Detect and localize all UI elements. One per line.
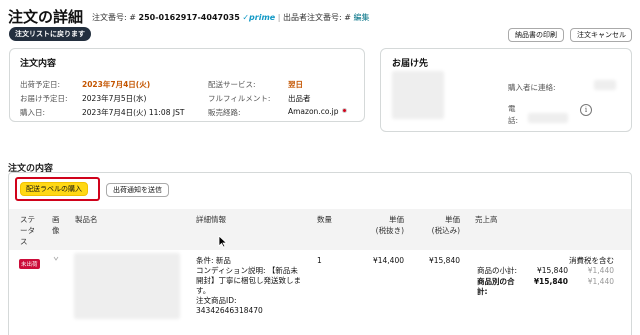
th-unit-price-incl: 単価 (税込み) bbox=[426, 214, 460, 236]
th-unit-excl-line-1: 単価 bbox=[389, 215, 404, 224]
ship-to-address-redacted bbox=[392, 71, 444, 119]
purchase-date-value: 2023年7月4日(火) 11:08 JST bbox=[82, 108, 185, 117]
row-quantity: 1 bbox=[317, 256, 322, 265]
japan-flag-icon bbox=[342, 108, 347, 113]
th-unit-price-excl: 単価 (税抜き) bbox=[370, 214, 404, 236]
cancel-order-button[interactable]: 注文キャンセル bbox=[570, 28, 632, 42]
th-unit-incl-line-2: (税込み) bbox=[431, 226, 460, 235]
sales-channel-label: 販売経路: bbox=[208, 108, 241, 117]
order-summary-title: 注文内容 bbox=[20, 59, 57, 69]
th-status-line-2: ータ bbox=[20, 226, 35, 235]
th-proceeds: 売上高 bbox=[475, 215, 498, 224]
purchase-date-label: 購入日: bbox=[20, 108, 46, 117]
unshipped-status-badge: 未出荷 bbox=[19, 259, 40, 269]
item-total-value: ¥15,840 bbox=[533, 277, 568, 286]
details-order-item-id-value: 34342646318470 bbox=[196, 306, 263, 315]
image-placeholder-icon bbox=[53, 256, 59, 261]
ship-by-value: 2023年7月4日(火) bbox=[82, 80, 151, 89]
deliver-by-label: お届け予定日: bbox=[20, 94, 68, 103]
details-order-item-id-label: 注文商品ID: bbox=[196, 296, 237, 305]
shipping-service-label: 配送サービス: bbox=[208, 80, 256, 89]
th-product: 製品名 bbox=[75, 215, 98, 224]
contact-buyer-label: 購入者に連絡: bbox=[508, 83, 556, 92]
shipping-service-value: 翌日 bbox=[288, 80, 303, 89]
prime-badge: ✓prime bbox=[242, 13, 276, 22]
sales-channel-value: Amazon.co.jp bbox=[288, 107, 339, 116]
row-price-excl: ¥14,400 bbox=[372, 256, 404, 265]
item-total-label-line-2: 計: bbox=[477, 287, 488, 296]
row-price-incl: ¥15,840 bbox=[428, 256, 460, 265]
tax-included-note: 消費税を含む bbox=[569, 256, 614, 265]
back-to-orders-button[interactable]: 注文リストに戻ります bbox=[9, 27, 91, 41]
th-image-line-2: 像 bbox=[52, 226, 60, 235]
subtotal-tax: ¥1,440 bbox=[587, 266, 614, 275]
fulfillment-label: フルフィルメント: bbox=[208, 94, 271, 103]
phone-label-1: 電 bbox=[508, 104, 516, 113]
info-icon[interactable]: i bbox=[580, 104, 592, 116]
print-packing-slip-button[interactable]: 納品書の印刷 bbox=[508, 28, 564, 42]
phone-redacted bbox=[528, 113, 568, 123]
th-unit-incl-line-1: 単価 bbox=[445, 215, 460, 224]
th-status: ステ ータ ス bbox=[20, 214, 35, 247]
details-condition: 条件: 新品 bbox=[196, 256, 231, 265]
ship-to-title: お届け先 bbox=[392, 59, 429, 69]
th-details: 詳細情報 bbox=[196, 215, 226, 224]
buy-shipping-label-button[interactable]: 配送ラベルの購入 bbox=[20, 182, 88, 196]
send-shipping-notice-button[interactable]: 出荷通知を送信 bbox=[106, 183, 169, 197]
separator: | bbox=[277, 13, 281, 22]
subtotal-label: 商品の小計: bbox=[477, 266, 518, 275]
contact-buyer-redacted bbox=[594, 80, 616, 90]
th-image: 画 像 bbox=[52, 214, 60, 236]
th-unit-excl-line-2: (税抜き) bbox=[375, 226, 404, 235]
th-image-line-1: 画 bbox=[52, 215, 60, 224]
details-condition-note-2: 開封】丁寧に梱包し発送致しま bbox=[196, 276, 301, 285]
edit-link[interactable]: 編集 bbox=[354, 13, 370, 22]
seller-order-label: 出品者注文番号: # bbox=[283, 13, 351, 22]
item-total-tax: ¥1,440 bbox=[587, 277, 614, 286]
mouse-pointer-icon bbox=[218, 235, 227, 248]
page-title: 注文の詳細 bbox=[8, 8, 84, 26]
order-number-label: 注文番号: # bbox=[92, 13, 136, 22]
subtotal-value: ¥15,840 bbox=[536, 266, 568, 275]
item-total-label: 商品別の合 計: bbox=[477, 277, 515, 297]
ship-by-label: 出荷予定日: bbox=[20, 80, 61, 89]
details-condition-note-3: す。 bbox=[196, 286, 211, 295]
th-status-line-1: ステ bbox=[20, 215, 35, 224]
order-number-value: 250-0162917-4047035 bbox=[138, 13, 240, 22]
order-number: 注文番号: # 250-0162917-4047035 ✓prime | 出品者… bbox=[92, 12, 370, 23]
product-name-redacted bbox=[74, 253, 180, 319]
th-status-line-3: ス bbox=[20, 237, 28, 246]
fulfillment-value: 出品者 bbox=[288, 94, 311, 103]
item-total-label-line-1: 商品別の合 bbox=[477, 277, 515, 286]
item-details: 条件: 新品 コンディション説明: 【新品未 開封】丁寧に梱包し発送致しま す。… bbox=[196, 256, 301, 316]
phone-label-2: 話: bbox=[508, 116, 519, 125]
th-quantity: 数量 bbox=[317, 215, 332, 224]
details-condition-note-1: コンディション説明: 【新品未 bbox=[196, 266, 298, 275]
deliver-by-value: 2023年7月5日(水) bbox=[82, 94, 147, 103]
